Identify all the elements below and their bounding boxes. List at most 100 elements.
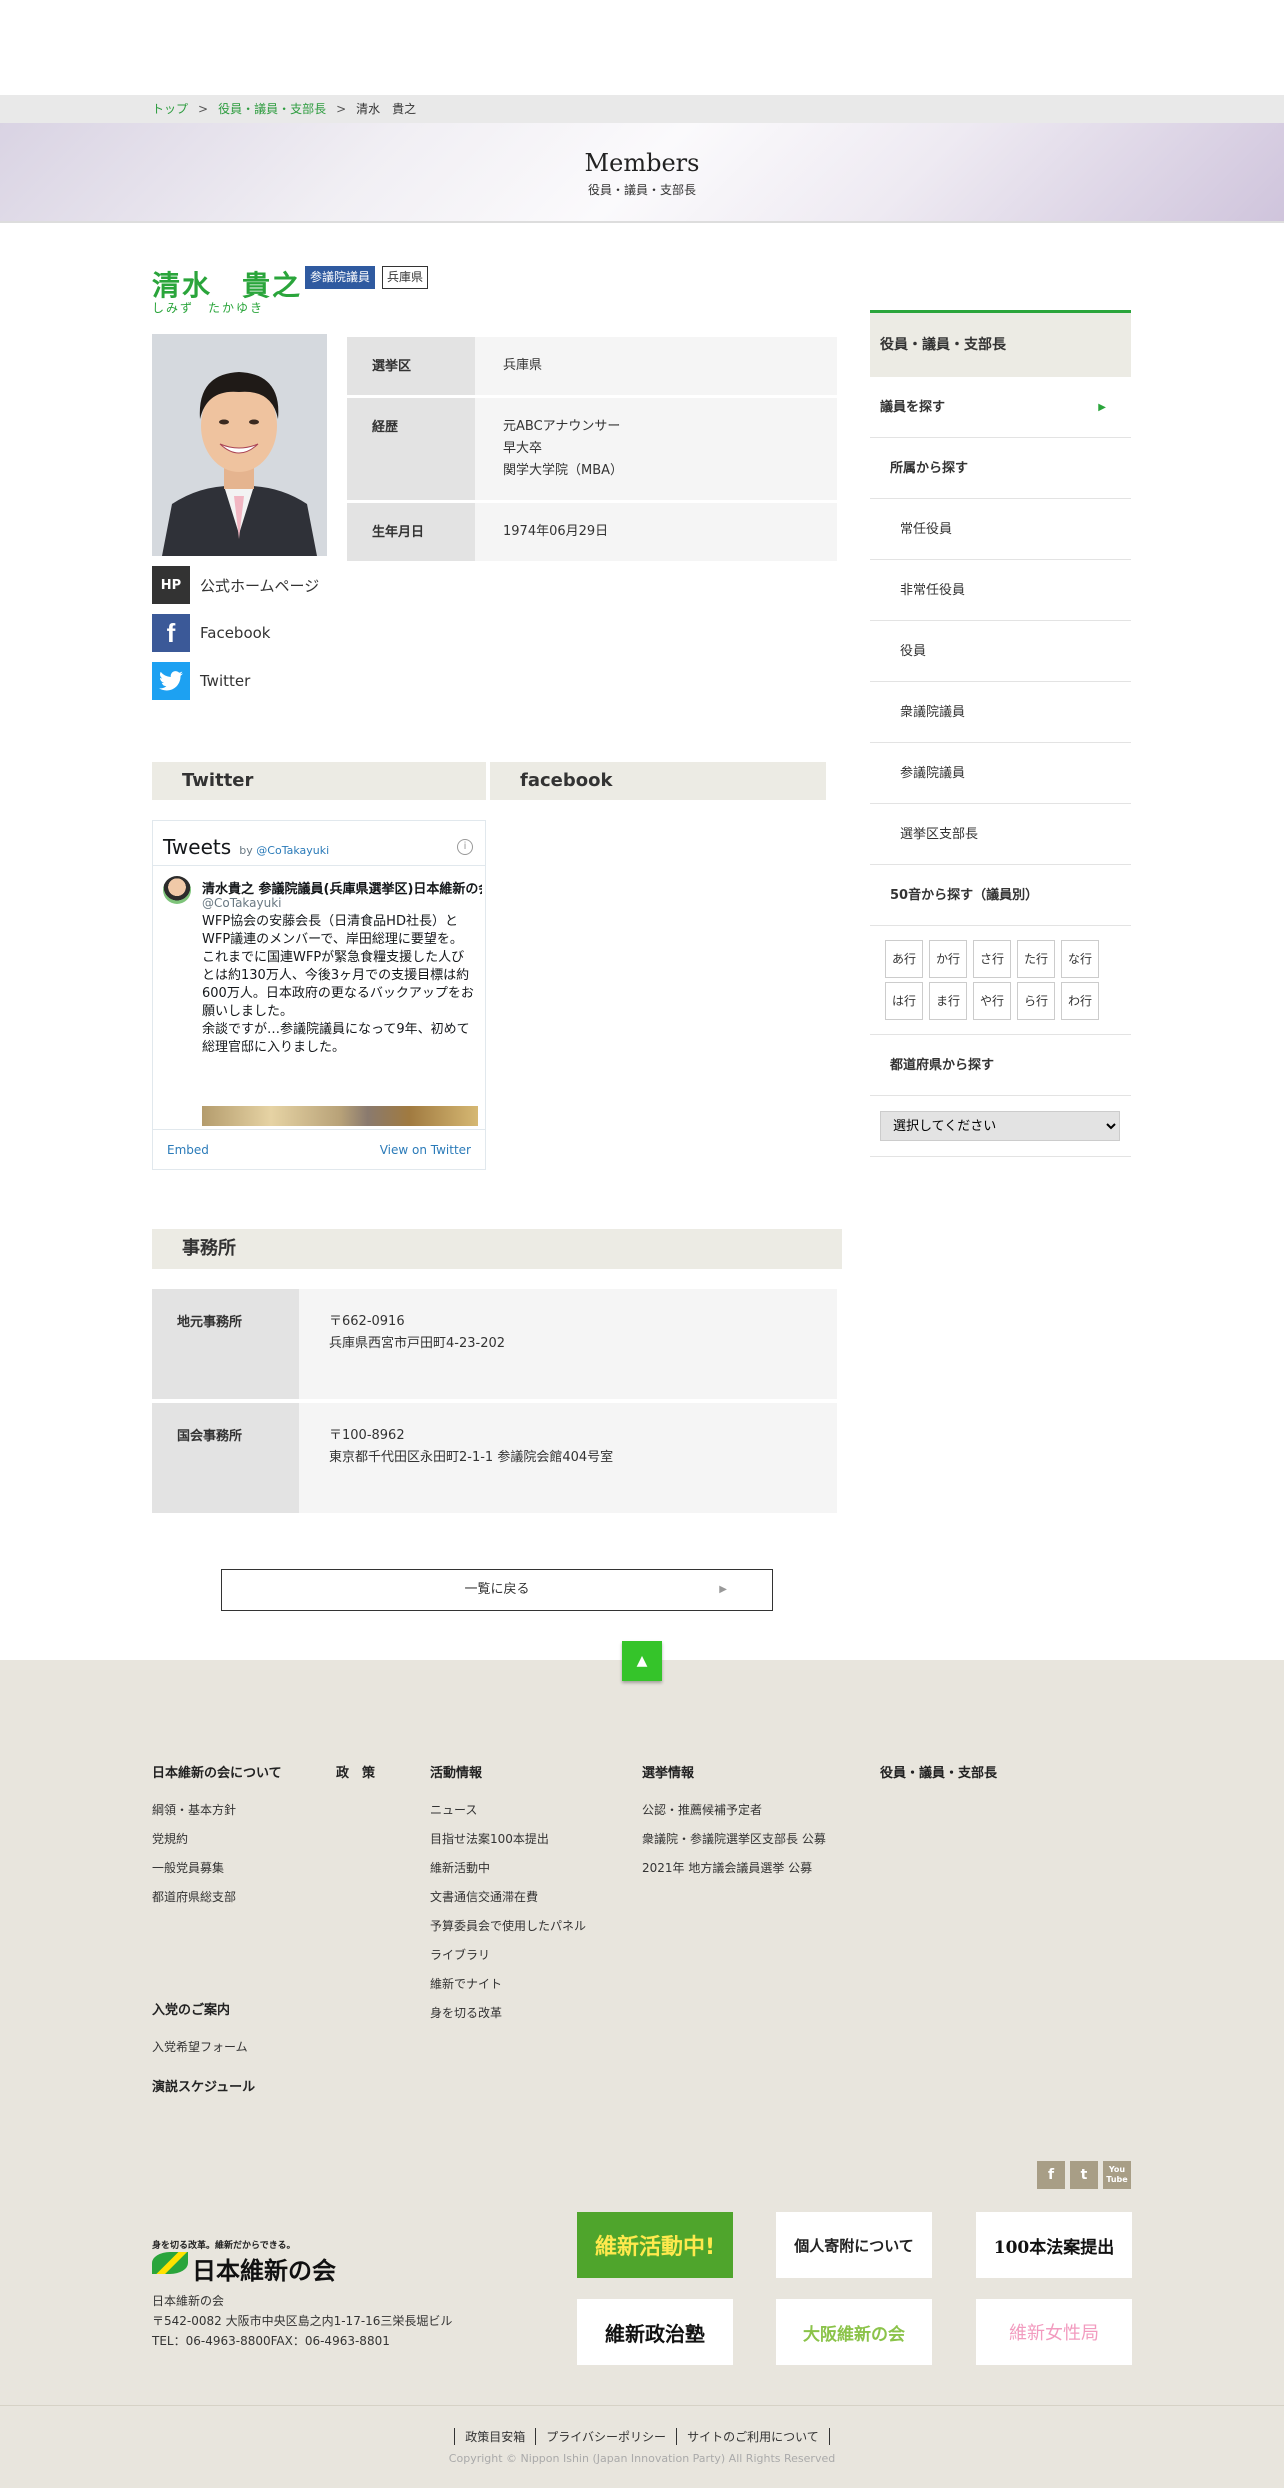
tweet-author[interactable]: 清水貴之 参議院議員(兵庫県選挙区)日本維新の会 [202,878,482,897]
sidebar-item-search[interactable]: 議員を探す ▶ [870,377,1131,438]
youtube-icon[interactable]: You Tube [1103,2161,1131,2189]
banner-activity[interactable]: 維新活動中! [577,2212,733,2278]
footer-col-title[interactable]: 政 策 [336,1762,375,1781]
prefecture-select[interactable]: 選択してください [880,1111,1120,1141]
footer-bottom-link[interactable]: 政策目安箱 [454,2428,535,2445]
sidebar-item-affiliation[interactable]: 参議院議員 [870,743,1131,804]
profile-line: 元ABCアナウンサー [503,419,621,434]
facebook-link[interactable]: f Facebook [152,614,319,652]
twitter-link[interactable]: Twitter [152,662,319,700]
kana-button[interactable]: か行 [929,940,967,978]
footer-bottom-link[interactable]: サイトのご利用について [676,2428,830,2445]
footer-col-title[interactable]: 演説スケジュール [152,2076,255,2095]
footer-link[interactable]: 予算委員会で使用したパネル [430,1917,586,1934]
banner-school[interactable]: 維新政治塾 [577,2299,733,2365]
breadcrumb-home[interactable]: トップ [152,102,188,116]
twitter-icon[interactable]: t [1070,2161,1098,2189]
kana-button[interactable]: な行 [1061,940,1099,978]
footer-bottom-link[interactable]: プライバシーポリシー [535,2428,676,2445]
tweet-handle[interactable]: @CoTakayuki [202,896,282,910]
avatar[interactable] [163,876,191,904]
member-links: HP 公式ホームページ f Facebook Twitter [152,566,319,710]
member-kana: しみず たかゆき [152,301,265,315]
kana-row: あ行 か行 さ行 た行 な行 [885,940,1116,978]
footer-link[interactable]: 入党希望フォーム [152,2038,248,2055]
view-on-twitter-link[interactable]: View on Twitter [380,1130,471,1169]
profile-line: 兵庫県 [503,358,543,373]
footer-col-title[interactable]: 日本維新の会について [152,1762,282,1781]
footer-link[interactable]: 文書通信交通滞在費 [430,1888,586,1905]
back-to-top-button[interactable]: ▲ [622,1641,662,1681]
footer-link[interactable]: 衆議院・参議院選挙区支部長 公募 [642,1830,826,1847]
party-logo[interactable]: 身を切る改革。維新だからできる。 日本維新の会 [152,2238,336,2286]
facebook-icon: f [152,614,190,652]
footer-col-election: 選挙情報 公認・推薦候補予定者 衆議院・参議院選挙区支部長 公募 2021年 地… [642,1762,826,1888]
timeline-by-label: by [239,844,253,857]
tweet-image[interactable] [202,1106,478,1126]
banner-osaka[interactable]: 大阪維新の会 [776,2299,932,2365]
footer-col-title[interactable]: 入党のご案内 [152,1999,248,2018]
footer-col-title[interactable]: 役員・議員・支部長 [880,1762,997,1781]
tab-twitter[interactable]: Twitter [152,762,486,800]
kana-button[interactable]: わ行 [1061,982,1099,1020]
kana-button[interactable]: さ行 [973,940,1011,978]
tab-facebook[interactable]: facebook [490,762,826,800]
member-name: 清水 貴之 [152,269,303,302]
page-title: Members [584,149,700,177]
kana-button[interactable]: ら行 [1017,982,1055,1020]
kana-button[interactable]: あ行 [885,940,923,978]
footer-link[interactable]: 一般党員募集 [152,1859,282,1876]
footer-link[interactable]: 綱領・基本方針 [152,1801,282,1818]
sidebar-item-affiliation[interactable]: 衆議院議員 [870,682,1131,743]
footer-col-title[interactable]: 選挙情報 [642,1762,826,1781]
kana-button[interactable]: た行 [1017,940,1055,978]
footer-link[interactable]: 維新活動中 [430,1859,586,1876]
homepage-link[interactable]: HP 公式ホームページ [152,566,319,604]
sidebar-item-by-affiliation[interactable]: 所属から探す [870,438,1131,499]
sidebar-item-by-kana[interactable]: 50音から探す（議員別） [870,865,1131,926]
kana-button[interactable]: ま行 [929,982,967,1020]
footer-link[interactable]: 身を切る改革 [430,2004,586,2021]
timeline-handle-link[interactable]: @CoTakayuki [256,844,329,857]
sidebar-title[interactable]: 役員・議員・支部長 [870,313,1131,377]
sidebar-item-affiliation[interactable]: 選挙区支部長 [870,804,1131,865]
office-label: 国会事務所 [152,1403,299,1513]
banner-donation[interactable]: 個人寄附について [776,2212,932,2278]
profile-line: 1974年06月29日 [503,524,609,539]
embed-link[interactable]: Embed [167,1130,209,1169]
sidebar-item-by-prefecture[interactable]: 都道府県から探す [870,1035,1131,1096]
banner-100-bills[interactable]: 100本法案提出 [976,2212,1132,2278]
profile-label: 経歴 [347,398,475,500]
footer-link[interactable]: 2021年 地方議会議員選挙 公募 [642,1859,826,1876]
sidebar-item-affiliation[interactable]: 非常任役員 [870,560,1131,621]
kana-button[interactable]: は行 [885,982,923,1020]
footer-link[interactable]: 公認・推薦候補予定者 [642,1801,826,1818]
footer-link[interactable]: 党規約 [152,1830,282,1847]
address-line: 日本維新の会 [152,2294,225,2308]
address-line: 〒542-0082 大阪市中央区島之内1-17-16三栄長堀ビル [152,2314,453,2328]
kana-button[interactable]: や行 [973,982,1011,1020]
address-line: TEL：06-4963-8800FAX：06-4963-8801 [152,2334,390,2348]
profile-line: 早大卒 [503,441,543,456]
play-arrow-icon: ▶ [1098,402,1106,413]
footer-link[interactable]: ライブラリ [430,1946,586,1963]
info-icon[interactable]: i [457,839,473,855]
footer-link[interactable]: 維新でナイト [430,1975,586,1992]
office-address: 兵庫県西宮市戸田町4-23-202 [329,1336,506,1351]
footer-link[interactable]: ニュース [430,1801,586,1818]
footer-col-title[interactable]: 活動情報 [430,1762,586,1781]
footer-link[interactable]: 目指せ法案100本提出 [430,1830,586,1847]
twitter-link-label: Twitter [200,672,251,690]
profile-table: 選挙区 兵庫県 経歴 元ABCアナウンサー 早大卒 関学大学院（MBA） 生年月… [347,334,837,564]
profile-row-birthday: 生年月日 1974年06月29日 [347,503,837,561]
sidebar-item-affiliation[interactable]: 役員 [870,621,1131,682]
banner-women[interactable]: 維新女性局 [976,2299,1132,2365]
profile-label: 生年月日 [347,503,475,561]
social-icons: f t You Tube [1037,2161,1131,2189]
back-to-list-button[interactable]: 一覧に戻る ▶ [221,1569,773,1611]
breadcrumb-section[interactable]: 役員・議員・支部長 [218,102,326,116]
sidebar-item-affiliation[interactable]: 常任役員 [870,499,1131,560]
footer-link[interactable]: 都道府県総支部 [152,1888,282,1905]
profile-value: 元ABCアナウンサー 早大卒 関学大学院（MBA） [475,398,837,500]
facebook-icon[interactable]: f [1037,2161,1065,2189]
